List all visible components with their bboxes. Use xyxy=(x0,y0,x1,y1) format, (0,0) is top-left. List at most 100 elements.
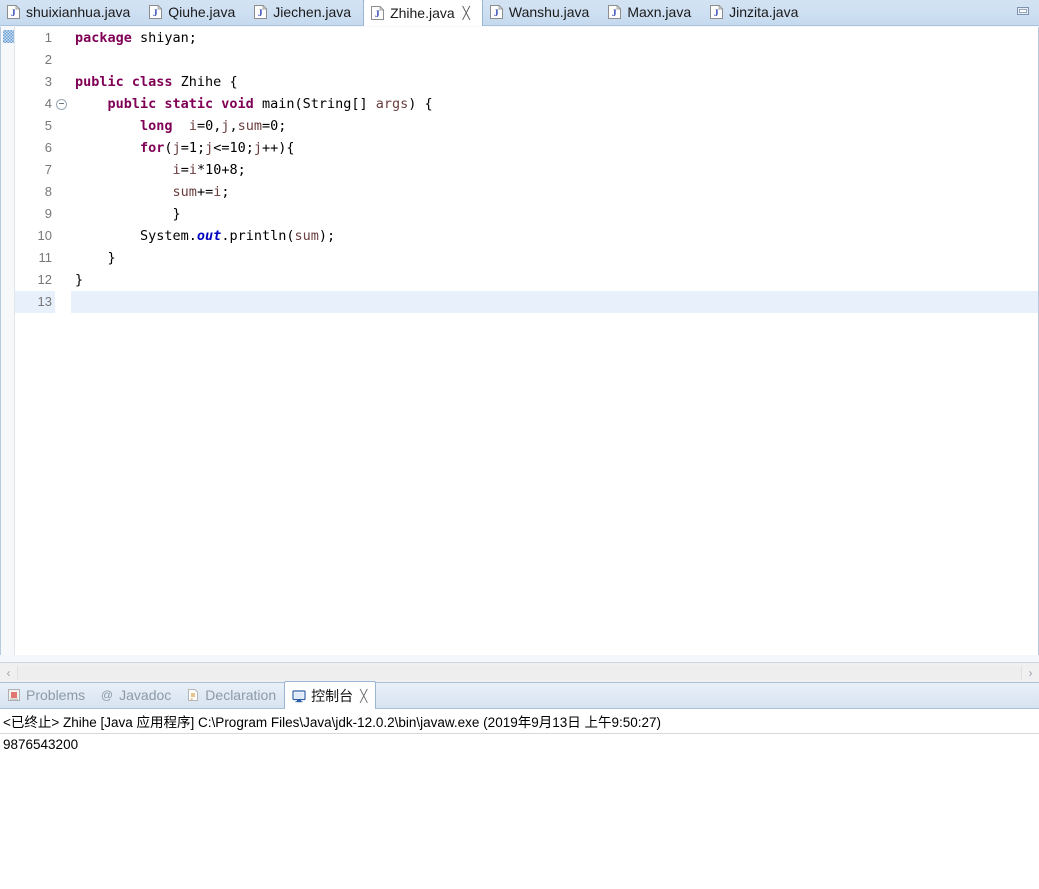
code-line-text: public class Zhihe { xyxy=(71,71,1038,93)
code-line-text: long i=0,j,sum=0; xyxy=(71,115,1038,137)
line-number: 11 xyxy=(15,247,55,269)
editor-tab-jinzita[interactable]: J Jinzita.java xyxy=(703,0,810,25)
editor-tab-label: Maxn.java xyxy=(627,4,692,20)
editor-tab-label: shuixianhua.java xyxy=(26,4,131,20)
code-line[interactable]: 13 xyxy=(15,291,1038,313)
console-launch-header: <已终止> Zhihe [Java 应用程序] C:\Program Files… xyxy=(0,709,1039,734)
editor-tab-label: Jinzita.java xyxy=(729,4,799,20)
fold-gutter-cell xyxy=(55,291,71,313)
editor-tab-label: Zhihe.java xyxy=(390,5,455,21)
code-line-text: public static void main(String[] args) { xyxy=(71,93,1038,115)
line-number: 7 xyxy=(15,159,55,181)
java-file-icon: J xyxy=(489,5,503,19)
minimize-icon[interactable] xyxy=(1015,4,1031,18)
editor-tab-maxn[interactable]: J Maxn.java xyxy=(601,0,703,25)
code-line-text: System.out.println(sum); xyxy=(71,225,1038,247)
fold-gutter-cell xyxy=(55,225,71,247)
code-line[interactable]: 8 sum+=i; xyxy=(15,181,1038,203)
line-number: 2 xyxy=(15,49,55,71)
line-number: 5 xyxy=(15,115,55,137)
code-line-text xyxy=(71,291,1038,313)
fold-gutter-cell xyxy=(55,71,71,93)
code-line-text: } xyxy=(71,269,1038,291)
view-tab-bar: Problems @ Javadoc Declaration 控制台 ╳ xyxy=(0,681,1039,709)
code-line[interactable]: 4 public static void main(String[] args)… xyxy=(15,93,1038,115)
console-view[interactable]: <已终止> Zhihe [Java 应用程序] C:\Program Files… xyxy=(0,709,1039,889)
line-number: 9 xyxy=(15,203,55,225)
java-file-icon: J xyxy=(149,5,163,19)
svg-text:J: J xyxy=(612,8,617,18)
line-number: 3 xyxy=(15,71,55,93)
editor-tab-close-icon[interactable]: ╳ xyxy=(463,7,470,19)
view-tab-close-icon[interactable]: ╳ xyxy=(360,690,367,702)
horizontal-scroll-track[interactable] xyxy=(17,665,1022,680)
editor-tab-zhihe[interactable]: J Zhihe.java ╳ xyxy=(363,0,483,26)
code-line-text: } xyxy=(71,203,1038,225)
view-tab-console[interactable]: 控制台 ╳ xyxy=(284,681,377,709)
scroll-right-arrow-icon[interactable]: › xyxy=(1022,667,1039,679)
code-line[interactable]: 10 System.out.println(sum); xyxy=(15,225,1038,247)
java-file-icon: J xyxy=(608,5,622,19)
editor-tab-bar: Jshuixianhua.java J Qiuhe.java J Jiechen.jav… xyxy=(0,0,1039,26)
code-line[interactable]: 9 } xyxy=(15,203,1038,225)
svg-text:@: @ xyxy=(101,688,113,702)
fold-gutter-cell xyxy=(55,181,71,203)
declaration-icon xyxy=(186,688,200,702)
tab-bar-spacer xyxy=(810,0,1015,25)
fold-gutter-cell xyxy=(55,159,71,181)
code-line[interactable]: 11 } xyxy=(15,247,1038,269)
code-scroll-area[interactable]: 1 package shiyan; 2 3 public class Zhihe {4… xyxy=(15,27,1038,655)
editor-horizontal-scrollbar[interactable]: ‹ › xyxy=(0,662,1039,682)
editor-tab-jiechen[interactable]: J Jiechen.java xyxy=(247,0,363,25)
view-tab-declaration[interactable]: Declaration xyxy=(179,681,284,708)
svg-text:J: J xyxy=(258,8,263,18)
java-file-icon: J xyxy=(254,5,268,19)
svg-text:J: J xyxy=(375,9,380,19)
code-line[interactable]: 1 package shiyan; xyxy=(15,27,1038,49)
scroll-left-arrow-icon[interactable]: ‹ xyxy=(0,667,17,679)
code-line[interactable]: 2 xyxy=(15,49,1038,71)
fold-gutter-cell xyxy=(55,269,71,291)
line-number: 8 xyxy=(15,181,55,203)
fold-gutter-cell xyxy=(55,49,71,71)
java-file-icon: J xyxy=(7,5,20,19)
code-lines: 1 package shiyan; 2 3 public class Zhihe {4… xyxy=(15,27,1038,313)
fold-collapse-icon[interactable] xyxy=(55,93,71,115)
view-tab-label: 控制台 xyxy=(311,687,354,704)
code-line[interactable]: 7 i=i*10+8; xyxy=(15,159,1038,181)
code-line[interactable]: 6 for(j=1;j<=10;j++){ xyxy=(15,137,1038,159)
fold-gutter-cell xyxy=(55,247,71,269)
console-output-text: 9876543200 xyxy=(3,737,79,752)
code-line[interactable]: 12} xyxy=(15,269,1038,291)
fold-gutter-cell xyxy=(55,203,71,225)
editor-tab-label: Wanshu.java xyxy=(508,4,590,20)
line-number: 1 xyxy=(15,27,55,49)
editor-tab-qiuhe[interactable]: J Qiuhe.java xyxy=(142,0,247,25)
code-line-text: for(j=1;j<=10;j++){ xyxy=(71,137,1038,159)
line-number: 12 xyxy=(15,269,55,291)
code-line-text: sum+=i; xyxy=(71,181,1038,203)
problems-icon xyxy=(7,688,21,702)
java-file-icon: J xyxy=(710,5,724,19)
console-icon xyxy=(292,689,306,703)
code-line[interactable]: 5 long i=0,j,sum=0; xyxy=(15,115,1038,137)
svg-text:J: J xyxy=(494,8,499,18)
svg-text:J: J xyxy=(153,8,158,18)
view-tab-problems[interactable]: Problems xyxy=(0,681,93,708)
fold-gutter-cell xyxy=(55,27,71,49)
fold-gutter-cell xyxy=(55,137,71,159)
code-line-text: package shiyan; xyxy=(71,27,1038,49)
view-tab-label: Javadoc xyxy=(119,686,172,703)
changed-lines-marker-icon xyxy=(3,30,14,43)
editor-tab-shuixianhua[interactable]: Jshuixianhua.java xyxy=(0,0,142,25)
editor-gutter[interactable] xyxy=(1,27,15,655)
code-line-text xyxy=(71,49,1038,71)
editor-tab-label: Qiuhe.java xyxy=(168,4,236,20)
editor-tab-wanshu[interactable]: J Wanshu.java xyxy=(483,0,601,25)
java-file-icon: J xyxy=(371,6,385,20)
code-editor-area[interactable]: 1 package shiyan; 2 3 public class Zhihe {4… xyxy=(0,27,1039,655)
javadoc-at-icon: @ xyxy=(100,688,114,702)
code-line[interactable]: 3 public class Zhihe { xyxy=(15,71,1038,93)
editor-part: Jshuixianhua.java J Qiuhe.java J Jiechen.jav… xyxy=(0,0,1039,682)
view-tab-javadoc[interactable]: @ Javadoc xyxy=(93,681,179,708)
